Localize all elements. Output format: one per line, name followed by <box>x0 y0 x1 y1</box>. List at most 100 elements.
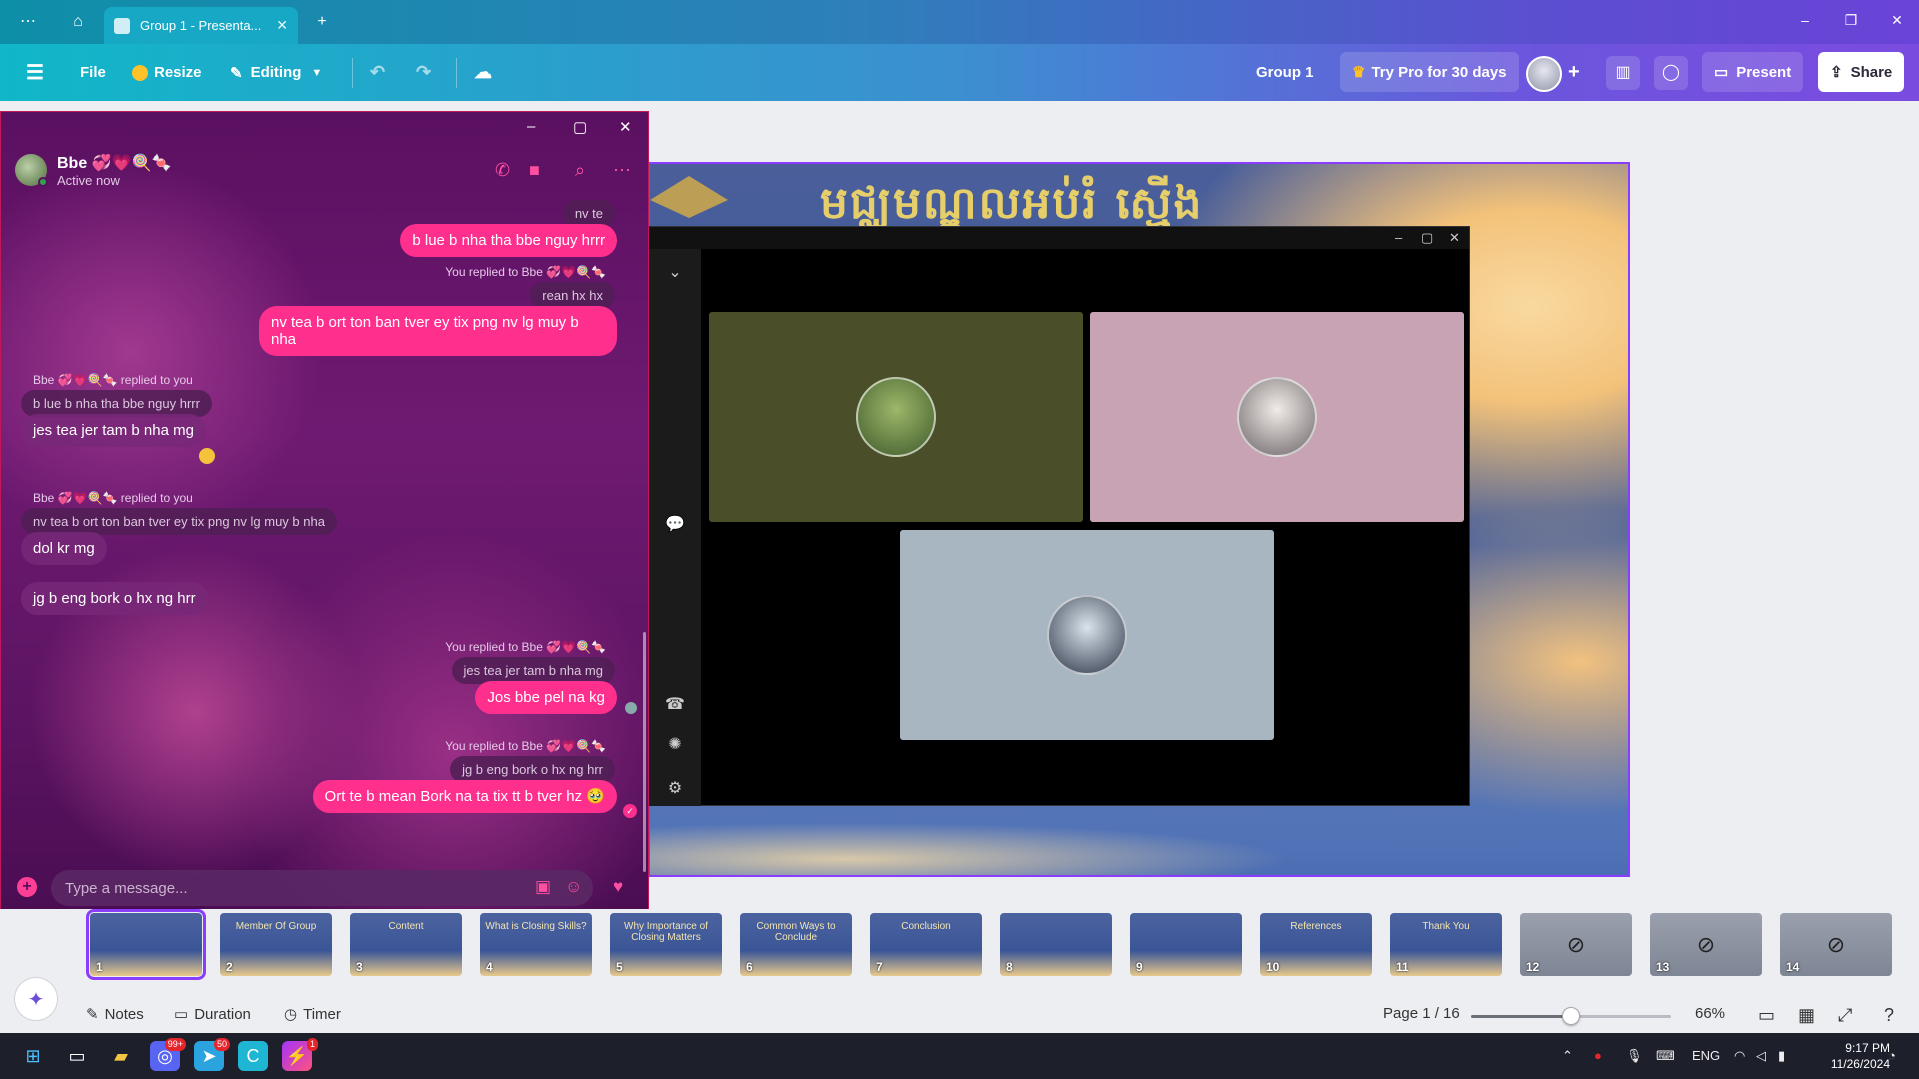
battery-icon[interactable]: ▮ <box>1778 1048 1785 1064</box>
zoom-slider-handle[interactable] <box>1562 1007 1580 1025</box>
add-collaborator-icon[interactable]: + <box>1568 44 1580 101</box>
sent-message[interactable]: Ort te b mean Bork na ta tix tt b tver h… <box>312 780 617 813</box>
avatar[interactable] <box>15 154 48 187</box>
maximize-button[interactable]: ▢ <box>573 118 587 136</box>
comment-icon[interactable]: ◯ <box>1654 56 1688 90</box>
messenger-chat-window[interactable]: – ▢ ✕ Bbe 💞💗🍭🍬 Active now ✆ ■ ⌕ ⋯ nv te … <box>0 111 649 913</box>
file-explorer-icon[interactable]: ▰ <box>106 1041 136 1071</box>
page-thumbnail[interactable]: ⊘ 14 <box>1780 913 1892 976</box>
effects-icon[interactable]: ✺ <box>659 729 691 761</box>
undo-icon[interactable]: ↶ <box>370 44 385 101</box>
notes-button[interactable]: ✎ Notes <box>86 1005 144 1024</box>
page-thumbnail[interactable]: 9 <box>1130 913 1242 976</box>
menu-icon[interactable]: ☰ <box>26 44 44 101</box>
more-icon[interactable]: ⋯ <box>16 10 40 34</box>
insights-icon[interactable]: ▥ <box>1606 56 1640 90</box>
document-title[interactable]: Group 1 <box>1256 44 1314 101</box>
security-alert-icon[interactable]: ● <box>1594 1048 1602 1063</box>
close-tab-icon[interactable]: ✕ <box>276 17 288 34</box>
page-view-icon[interactable]: ▭ <box>1758 1005 1775 1026</box>
present-button[interactable]: ▭ Present <box>1702 52 1804 92</box>
page-thumbnail[interactable]: 8 <box>1000 913 1112 976</box>
hang-up-icon[interactable]: ☎ <box>659 689 691 721</box>
new-tab-button[interactable]: + <box>310 10 334 34</box>
received-message[interactable]: jes tea jer tam b nha mg <box>21 414 206 447</box>
received-message[interactable]: jg b eng bork o hx ng hrr <box>21 582 208 615</box>
editing-mode-button[interactable]: ✎ Editing ▼ <box>230 44 322 101</box>
minimize-button[interactable]: – <box>1395 230 1402 245</box>
chat-bubble-icon[interactable]: 💬 <box>659 509 691 541</box>
resize-button[interactable]: Resize <box>132 44 202 101</box>
cloud-save-icon[interactable]: ☁ <box>474 44 492 101</box>
emoji-icon[interactable]: ☺ <box>565 877 582 897</box>
sent-message[interactable]: nv tea b ort ton ban tver ey tix png nv … <box>259 306 617 356</box>
minimize-button[interactable]: – <box>527 118 535 135</box>
home-icon[interactable]: ⌂ <box>66 10 90 34</box>
participant-tile[interactable] <box>1090 312 1464 522</box>
contact-name[interactable]: Bbe 💞💗🍭🍬 <box>57 153 171 173</box>
sticker-icon[interactable]: ▣ <box>535 877 551 897</box>
scrollbar[interactable] <box>643 632 646 872</box>
telegram-icon[interactable]: ➤ 50 <box>194 1038 230 1071</box>
task-view-icon[interactable]: ▭ <box>62 1041 92 1071</box>
help-icon[interactable]: ? <box>1884 1005 1894 1026</box>
microphone-icon[interactable]: 🎙 <box>1626 1048 1643 1064</box>
duration-button[interactable]: ▭ Duration <box>174 1005 251 1024</box>
message-input[interactable] <box>51 870 593 906</box>
more-icon[interactable]: ⋯ <box>613 160 631 181</box>
canva-icon[interactable]: C <box>238 1041 268 1071</box>
message-list[interactable]: nv te b lue b nha tha bbe nguy hrrr You … <box>1 200 650 860</box>
discord-icon[interactable]: ◎ 99+ <box>150 1038 186 1071</box>
page-thumbnail[interactable]: Common Ways to Conclude 6 <box>740 913 852 976</box>
page-thumbnail[interactable]: 1 <box>86 909 206 980</box>
close-button[interactable]: ✕ <box>1449 230 1460 246</box>
page-thumbnail[interactable]: Conclusion 7 <box>870 913 982 976</box>
page-thumbnail[interactable]: Content 3 <box>350 913 462 976</box>
notification-bell-icon[interactable]: ◔ <box>1888 1048 1896 1063</box>
magic-assistant-icon[interactable]: ✦ <box>14 977 58 1021</box>
page-thumbnail[interactable]: ⊘ 12 <box>1520 913 1632 976</box>
chevron-up-icon[interactable]: ⌃ <box>1562 1048 1573 1064</box>
page-thumbnail[interactable]: ⊘ 13 <box>1650 913 1762 976</box>
close-button[interactable]: ✕ <box>619 118 632 136</box>
chevron-down-icon[interactable]: ⌄ <box>659 257 691 289</box>
restore-button[interactable]: ❐ <box>1836 12 1866 29</box>
timer-button[interactable]: ◷ Timer <box>284 1005 341 1024</box>
system-clock[interactable]: 9:17 PM 11/26/2024 <box>1808 1040 1890 1072</box>
sent-message[interactable]: b lue b nha tha bbe nguy hrrr <box>400 224 617 257</box>
windows-start-icon[interactable]: ⊞ <box>18 1041 48 1071</box>
zoom-level[interactable]: 66% <box>1695 1005 1725 1022</box>
search-icon[interactable]: ⌕ <box>575 160 585 181</box>
volume-icon[interactable]: ◁ <box>1756 1048 1766 1064</box>
maximize-button[interactable]: ▢ <box>1421 230 1433 246</box>
share-button[interactable]: ⇪ Share <box>1818 52 1905 92</box>
page-indicator[interactable]: Page 1 / 16 <box>1383 1005 1460 1022</box>
redo-icon[interactable]: ↷ <box>416 44 431 101</box>
grid-view-icon[interactable]: ▦ <box>1798 1005 1815 1026</box>
video-camera-icon[interactable]: ■ <box>529 160 540 181</box>
zoom-slider[interactable] <box>1471 1007 1671 1025</box>
video-call-window[interactable]: – ▢ ✕ ⌄ 💬 ☎ ✺ ⚙ <box>648 226 1470 806</box>
page-thumbnail[interactable]: Thank You 11 <box>1390 913 1502 976</box>
page-thumbnail[interactable]: References 10 <box>1260 913 1372 976</box>
participant-tile[interactable] <box>709 312 1083 522</box>
file-menu[interactable]: File <box>80 44 106 101</box>
language-indicator[interactable]: ENG <box>1692 1048 1720 1063</box>
settings-gear-icon[interactable]: ⚙ <box>659 773 691 805</box>
page-thumbnail[interactable]: Member Of Group 2 <box>220 913 332 976</box>
browser-tab-active[interactable]: Group 1 - Presenta... ✕ <box>104 7 298 44</box>
messenger-icon[interactable]: ⚡ 1 <box>282 1038 318 1071</box>
page-thumbnail[interactable]: Why Importance of Closing Matters 5 <box>610 913 722 976</box>
received-message[interactable]: dol kr mg <box>21 532 107 565</box>
minimize-button[interactable]: – <box>1790 12 1820 28</box>
avatar[interactable] <box>1526 56 1562 92</box>
close-window-button[interactable]: ✕ <box>1882 12 1912 29</box>
fullscreen-icon[interactable]: ⤢ <box>1838 1005 1852 1026</box>
heart-like-icon[interactable]: ♥ <box>613 877 623 897</box>
try-pro-button[interactable]: ♛ Try Pro for 30 days <box>1340 52 1519 92</box>
keyboard-icon[interactable]: ⌨ <box>1656 1048 1675 1064</box>
page-thumbnail[interactable]: What is Closing Skills? 4 <box>480 913 592 976</box>
add-attachment-icon[interactable]: + <box>17 877 37 897</box>
wifi-icon[interactable]: ◠ <box>1734 1048 1745 1064</box>
phone-icon[interactable]: ✆ <box>495 160 510 181</box>
